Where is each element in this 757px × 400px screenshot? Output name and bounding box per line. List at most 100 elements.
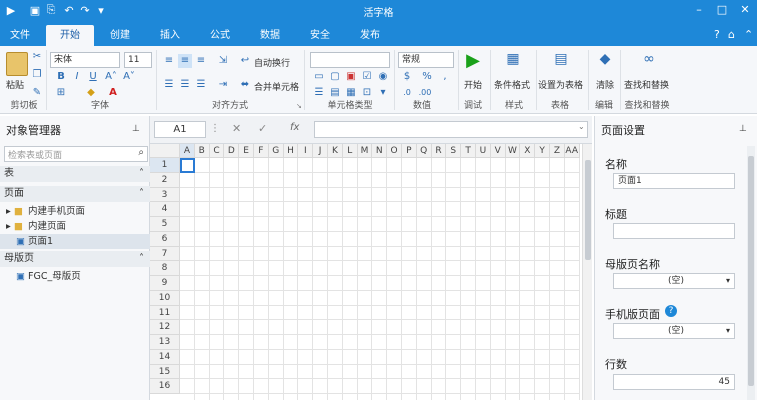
row-header[interactable]: 4 xyxy=(150,202,180,217)
align-center-icon[interactable]: ☰ xyxy=(178,78,192,92)
column-header[interactable]: Y xyxy=(535,144,550,158)
chevron-down-icon[interactable]: ▾ xyxy=(726,274,730,288)
master-page-select[interactable]: (空) ▾ xyxy=(613,273,735,289)
align-bottom-icon[interactable]: ≡ xyxy=(194,54,208,68)
column-header[interactable]: K xyxy=(328,144,343,158)
row-header[interactable]: 13 xyxy=(150,335,180,350)
indent-icon[interactable]: ⇥ xyxy=(216,78,230,92)
maximize-button[interactable]: □ xyxy=(711,2,733,18)
column-header[interactable]: M xyxy=(357,144,373,158)
textbox-celltype-icon[interactable]: ▭ xyxy=(312,70,326,84)
checkbox-celltype-icon[interactable]: ☑ xyxy=(360,70,374,84)
percent-button[interactable]: % xyxy=(420,70,434,84)
conditional-format-button[interactable]: 条件格式 xyxy=(494,78,530,91)
row-header[interactable]: 12 xyxy=(150,320,180,335)
row-header[interactable]: 6 xyxy=(150,231,180,247)
row-header[interactable]: 7 xyxy=(150,246,180,262)
paste-icon[interactable] xyxy=(6,52,28,76)
celltype-gallery[interactable] xyxy=(310,52,390,68)
column-header[interactable]: AA xyxy=(564,144,580,158)
start-debug-icon[interactable]: ▶ xyxy=(464,52,482,74)
column-header[interactable]: D xyxy=(224,144,240,158)
minimize-button[interactable]: – xyxy=(688,2,710,18)
collapse-icon[interactable]: ˄ xyxy=(139,186,144,202)
column-header[interactable]: I xyxy=(298,144,314,158)
section-tables[interactable]: 表 ˄ xyxy=(0,166,150,182)
set-table-icon[interactable]: ▤ xyxy=(552,52,570,72)
search-input[interactable]: 检索表或页面 xyxy=(8,148,62,161)
row-header[interactable]: 15 xyxy=(150,364,180,380)
text-orientation-icon[interactable]: ⇲ xyxy=(216,54,230,68)
tab-home[interactable]: 开始 xyxy=(46,25,94,46)
row-header[interactable]: 2 xyxy=(150,172,180,188)
column-header[interactable]: U xyxy=(476,144,491,158)
radio-celltype-icon[interactable]: ◉ xyxy=(376,70,390,84)
column-header[interactable]: A xyxy=(180,144,195,158)
row-header[interactable]: 5 xyxy=(150,217,180,232)
column-header[interactable]: E xyxy=(239,144,254,158)
collapse-icon[interactable]: ˄ xyxy=(139,251,144,267)
column-header[interactable]: S xyxy=(446,144,462,158)
tab-formula[interactable]: 公式 xyxy=(200,25,240,46)
tab-data[interactable]: 数据 xyxy=(250,25,290,46)
wrap-text-icon[interactable]: ↩ xyxy=(238,54,252,68)
help-icon[interactable]: ? xyxy=(714,28,720,41)
underline-button[interactable]: U xyxy=(86,70,100,84)
expand-icon[interactable]: ▸ xyxy=(6,204,11,219)
name-field[interactable]: 页面1 xyxy=(613,173,735,189)
comma-button[interactable]: , xyxy=(438,70,452,84)
column-header[interactable]: L xyxy=(342,144,358,158)
column-header[interactable]: P xyxy=(402,144,417,158)
tab-publish[interactable]: 发布 xyxy=(350,25,390,46)
help-icon[interactable]: ? xyxy=(665,305,677,317)
formula-input[interactable] xyxy=(314,121,588,138)
column-header[interactable]: W xyxy=(505,144,521,158)
alignment-dialog-launcher-icon[interactable]: ↘ xyxy=(296,102,302,110)
font-grow-icon[interactable]: A˄ xyxy=(104,70,118,84)
mobile-master-select[interactable]: (空) ▾ xyxy=(613,323,735,339)
select-all-corner[interactable] xyxy=(150,144,180,158)
cut-icon[interactable]: ✂ xyxy=(30,50,44,64)
expand-icon[interactable]: ▸ xyxy=(6,219,11,234)
tab-insert[interactable]: 插入 xyxy=(150,25,190,46)
row-header[interactable]: 8 xyxy=(150,261,180,276)
copy-icon[interactable]: ❐ xyxy=(30,68,44,82)
column-header[interactable]: X xyxy=(520,144,536,158)
vertical-scrollbar[interactable] xyxy=(747,146,755,400)
font-size-select[interactable]: 11 xyxy=(124,52,152,68)
column-header[interactable]: G xyxy=(268,144,284,158)
search-box[interactable]: 检索表或页面 ⌕ xyxy=(4,146,148,162)
name-box[interactable]: A1 xyxy=(154,121,206,138)
collapse-ribbon-icon[interactable]: ⌃ xyxy=(744,28,753,41)
expand-formula-icon[interactable]: ⌄ xyxy=(578,122,585,131)
tab-file[interactable]: 文件 xyxy=(0,25,40,46)
spreadsheet-grid[interactable]: A B C D E F G H I J K L M N O P Q R S T U V W X Y Z AA 1 2 3 4 5 6 7 8 9 10 1… xyxy=(150,144,592,400)
column-header[interactable]: B xyxy=(194,144,210,158)
column-header[interactable]: V xyxy=(490,144,506,158)
align-right-icon[interactable]: ☰ xyxy=(194,78,208,92)
row-header[interactable]: 10 xyxy=(150,290,180,306)
button-celltype-icon[interactable]: ▢ xyxy=(328,70,342,84)
column-header[interactable]: J xyxy=(313,144,328,158)
merge-cells-button[interactable]: 合并单元格 xyxy=(254,80,299,93)
column-header[interactable]: Z xyxy=(550,144,565,158)
column-header[interactable]: O xyxy=(387,144,402,158)
align-left-icon[interactable]: ☰ xyxy=(162,78,176,92)
section-pages[interactable]: 页面 ˄ xyxy=(0,186,150,202)
title-field[interactable] xyxy=(613,223,735,239)
column-header[interactable]: R xyxy=(431,144,447,158)
conditional-format-icon[interactable]: ▦ xyxy=(504,52,522,72)
tree-item-builtin-pages[interactable]: ▸ ■ 内建页面 xyxy=(0,219,150,234)
font-shrink-icon[interactable]: A˅ xyxy=(122,70,136,84)
align-top-icon[interactable]: ≡ xyxy=(162,54,176,68)
eraser-icon[interactable]: ◆ xyxy=(596,52,614,72)
column-header[interactable]: Q xyxy=(416,144,432,158)
binoculars-icon[interactable]: ∞ xyxy=(640,52,658,72)
grid-vertical-scrollbar[interactable] xyxy=(582,144,592,400)
tree-item-master-page[interactable]: ▣ FGC_母版页 xyxy=(0,269,150,284)
tab-security[interactable]: 安全 xyxy=(300,25,340,46)
column-header[interactable]: C xyxy=(209,144,225,158)
column-header[interactable]: N xyxy=(372,144,388,158)
column-header[interactable]: T xyxy=(461,144,476,158)
set-table-button[interactable]: 设置为表格 xyxy=(538,78,583,91)
